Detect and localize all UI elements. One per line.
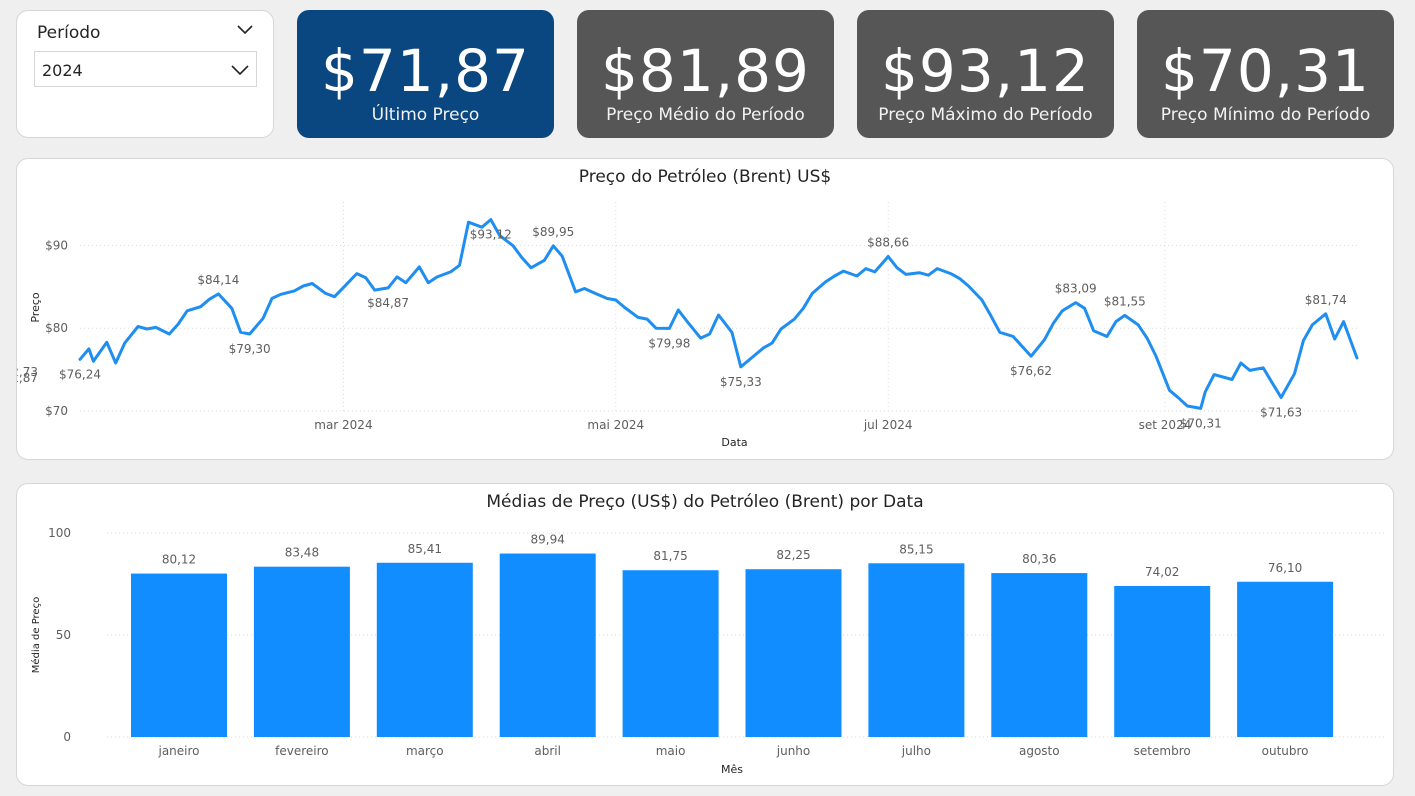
data-label: $71,87 <box>17 371 38 385</box>
bar-data-label: 80,12 <box>162 553 196 567</box>
x-tick-label: mai 2024 <box>587 418 644 432</box>
kpi-value: $93,12 <box>881 37 1090 105</box>
bar-outubro <box>1237 581 1334 737</box>
data-label: $89,95 <box>532 225 574 239</box>
bar-janeiro <box>131 573 227 737</box>
kpi-label: Último Preço <box>371 105 480 125</box>
data-label: $84,87 <box>367 296 409 310</box>
x-tick-label: mar 2024 <box>314 418 372 432</box>
bar-data-label: 85,15 <box>899 542 933 556</box>
bar-agosto <box>991 573 1088 737</box>
data-label: $81,74 <box>1305 293 1347 307</box>
bar-data-label: 83,48 <box>285 546 319 560</box>
y-tick-label: 0 <box>63 730 71 744</box>
data-label: $84,14 <box>197 273 239 287</box>
slicer-title: Período <box>37 23 101 43</box>
bar-abril <box>499 553 596 737</box>
x-tick-label: jul 2024 <box>863 418 913 432</box>
bar-março <box>376 562 473 737</box>
chevron-down-icon <box>231 65 249 76</box>
y-axis-title: Preço <box>29 292 42 323</box>
data-label: $79,30 <box>229 342 271 356</box>
bar-chart-svg: 0 50 100 Média de Preço 80,12 janeiro 83,48 fev… <box>30 526 1385 776</box>
kpi-card-max-price: $93,12 Preço Máximo do Período <box>857 10 1114 138</box>
bar-data-label: 81,75 <box>653 549 687 563</box>
kpi-label: Preço Médio do Período <box>606 105 805 125</box>
bar-data-label: 80,36 <box>1022 552 1056 566</box>
x-tick-label: abril <box>534 744 561 758</box>
y-tick-label: 100 <box>48 526 71 540</box>
x-tick-label: março <box>406 744 444 758</box>
data-label: $70,31 <box>1180 416 1222 430</box>
data-label: $75,33 <box>720 375 762 389</box>
data-label: $79,98 <box>648 336 690 350</box>
price-line-chart[interactable]: Preço do Petróleo (Brent) US$ $70 $80 $90 m… <box>16 158 1394 460</box>
data-label: $83,09 <box>1055 282 1097 296</box>
data-label: $93,12 <box>470 228 512 242</box>
bar-data-label: 74,02 <box>1145 565 1179 579</box>
bar-data-label: 89,94 <box>531 533 565 547</box>
bar-julho <box>868 563 965 737</box>
kpi-value: $71,87 <box>321 37 530 105</box>
x-tick-label: junho <box>776 744 811 758</box>
x-tick-label: agosto <box>1019 744 1060 758</box>
chevron-down-icon[interactable] <box>237 23 253 35</box>
x-tick-label: maio <box>656 744 686 758</box>
kpi-label: Preço Mínimo do Período <box>1160 105 1371 125</box>
bar-fevereiro <box>253 566 350 737</box>
y-tick-label: $80 <box>45 321 68 335</box>
x-tick-label: fevereiro <box>275 744 329 758</box>
y-tick-label: $70 <box>45 404 68 418</box>
y-axis-title: Média de Preço <box>30 597 42 673</box>
line-chart-svg: $70$80$90mar 2024 mai 2024 jul 2024 set 202… <box>17 202 1359 449</box>
data-label: $76,62 <box>1010 364 1052 378</box>
data-label: $76,24 <box>59 367 101 381</box>
kpi-card-min-price: $70,31 Preço Mínimo do Período <box>1137 10 1394 138</box>
kpi-card-average-price: $81,89 Preço Médio do Período <box>577 10 834 138</box>
data-label: $71,63 <box>1260 406 1302 420</box>
kpi-value: $81,89 <box>601 37 810 105</box>
bar-setembro <box>1114 585 1211 737</box>
bar-data-label: 82,25 <box>776 548 810 562</box>
period-dropdown-value: 2024 <box>42 61 83 80</box>
bar-junho <box>745 569 842 737</box>
period-dropdown[interactable]: 2024 <box>34 51 257 87</box>
x-axis-title: Mês <box>721 763 743 776</box>
period-slicer: Período 2024 <box>16 10 274 138</box>
x-tick-label: outubro <box>1262 744 1309 758</box>
y-tick-label: 50 <box>56 628 71 642</box>
x-tick-label: julho <box>901 744 931 758</box>
bar-data-label: 76,10 <box>1268 561 1302 575</box>
y-tick-label: $90 <box>45 238 68 252</box>
kpi-label: Preço Máximo do Período <box>878 105 1093 125</box>
data-label: $81,55 <box>1104 294 1146 308</box>
data-label: $88,66 <box>867 235 909 249</box>
x-tick-label: setembro <box>1134 744 1191 758</box>
kpi-card-last-price: $71,87 Último Preço <box>297 10 554 138</box>
bar-maio <box>622 570 719 737</box>
kpi-value: $70,31 <box>1161 37 1370 105</box>
x-axis-title: Data <box>721 436 747 449</box>
monthly-average-bar-chart[interactable]: Médias de Preço (US$) do Petróleo (Brent… <box>16 483 1394 786</box>
x-tick-label: janeiro <box>157 744 199 758</box>
bar-data-label: 85,41 <box>408 542 442 556</box>
